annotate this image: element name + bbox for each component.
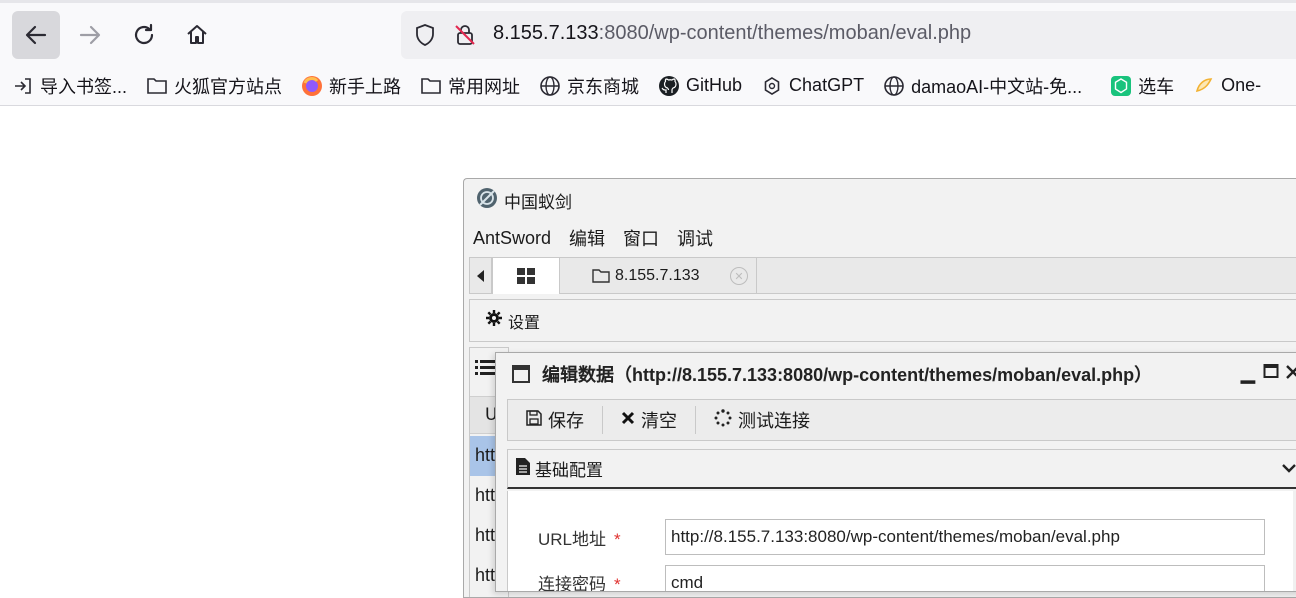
bookmark-github[interactable]: GitHub xyxy=(651,71,749,101)
minimize-button[interactable]: ▁ xyxy=(1241,363,1255,384)
dialog-toolbar: 保存 清空 测试连接 xyxy=(507,399,1296,441)
bookmark-getting-started[interactable]: 新手上路 xyxy=(294,71,408,101)
menu-edit[interactable]: 编辑 xyxy=(569,225,605,251)
password-input[interactable]: cmd xyxy=(665,565,1265,591)
settings-button[interactable]: 设置 xyxy=(508,309,540,333)
edit-data-dialog: 编辑数据（http://8.155.7.133:8080/wp-content/… xyxy=(495,352,1296,592)
tab-strip: 8.155.7.133 ✕ xyxy=(469,257,1296,294)
password-label: 连接密码 * xyxy=(538,575,621,592)
settings-bar: 设置 xyxy=(469,299,1296,342)
reload-button[interactable] xyxy=(120,11,168,59)
bookmark-one[interactable]: One- xyxy=(1186,71,1268,101)
bookmarks-bar: 导入书签... 火狐官方站点 新手上路 常用网址 京东商城 GitHub Cha… xyxy=(0,66,1296,106)
clear-button[interactable]: 清空 xyxy=(603,406,695,434)
tracking-protection-icon[interactable] xyxy=(413,23,437,51)
url-input[interactable]: http://8.155.7.133:8080/wp-content/theme… xyxy=(665,519,1265,555)
bookmark-xuanche[interactable]: 选车 xyxy=(1103,71,1181,101)
menu-bar: AntSword 编辑 窗口 调试 xyxy=(464,224,731,252)
maximize-icon xyxy=(1263,364,1279,378)
folder-icon xyxy=(420,75,442,97)
insecure-lock-icon[interactable] xyxy=(453,23,477,51)
tab-site[interactable]: 8.155.7.133 ✕ xyxy=(560,258,757,293)
required-asterisk: * xyxy=(614,530,621,549)
folder-icon xyxy=(592,268,610,283)
tab-home[interactable] xyxy=(492,257,560,294)
chevron-down-icon[interactable] xyxy=(1282,460,1296,480)
address-bar[interactable]: 8.155.7.133:8080/wp-content/themes/moban… xyxy=(401,11,1296,59)
bookmark-chatgpt[interactable]: ChatGPT xyxy=(754,71,871,101)
bookmark-jd[interactable]: 京东商城 xyxy=(532,71,646,101)
test-connection-button[interactable]: 测试连接 xyxy=(696,406,828,434)
antsword-logo-icon xyxy=(476,187,498,214)
browser-toolbar: 8.155.7.133:8080/wp-content/themes/moban… xyxy=(0,0,1296,66)
window-icon xyxy=(512,365,530,383)
window-title-bar[interactable]: 中国蚁剑 xyxy=(464,179,1296,221)
home-button[interactable] xyxy=(173,11,221,59)
close-icon xyxy=(1286,365,1296,379)
basic-config-section[interactable]: 基础配置 xyxy=(507,449,1296,489)
openai-icon xyxy=(761,75,783,97)
tab-close-icon[interactable]: ✕ xyxy=(730,267,748,285)
menu-window[interactable]: 窗口 xyxy=(623,225,659,251)
forward-button[interactable] xyxy=(66,11,114,59)
url-text[interactable]: 8.155.7.133:8080/wp-content/themes/moban… xyxy=(493,22,971,45)
dialog-title-bar[interactable]: 编辑数据（http://8.155.7.133:8080/wp-content/… xyxy=(496,353,1296,395)
reload-icon xyxy=(134,23,154,45)
x-icon xyxy=(621,411,635,430)
bookmark-damaoai[interactable]: damaoAI-中文站-免... xyxy=(876,71,1089,101)
config-form: URL地址 * http://8.155.7.133:8080/wp-conten… xyxy=(507,491,1296,592)
url-label: URL地址 * xyxy=(538,530,621,549)
globe-icon xyxy=(883,75,905,97)
bookmark-import[interactable]: 导入书签... xyxy=(5,71,134,101)
tab-scroll-left-button[interactable] xyxy=(470,258,492,293)
bookmark-common-sites[interactable]: 常用网址 xyxy=(413,71,527,101)
arrow-right-icon xyxy=(79,25,101,45)
menu-debug[interactable]: 调试 xyxy=(677,225,713,251)
save-button[interactable]: 保存 xyxy=(508,406,602,434)
window-title: 中国蚁剑 xyxy=(504,192,572,212)
globe-icon xyxy=(539,75,561,97)
required-asterisk: * xyxy=(614,575,621,592)
openai-green-icon xyxy=(1110,75,1132,97)
github-icon xyxy=(658,75,680,97)
bookmark-firefox-site[interactable]: 火狐官方站点 xyxy=(139,71,289,101)
document-icon xyxy=(516,457,530,480)
arrow-left-icon xyxy=(25,25,47,45)
caret-left-icon xyxy=(476,269,484,282)
save-icon xyxy=(526,409,542,431)
home-icon xyxy=(187,25,207,44)
back-button[interactable] xyxy=(12,11,60,59)
menu-antsword[interactable]: AntSword xyxy=(473,228,551,249)
maximize-button[interactable] xyxy=(1263,363,1279,384)
firefox-icon xyxy=(301,75,323,97)
dialog-title: 编辑数据（http://8.155.7.133:8080/wp-content/… xyxy=(542,365,1153,385)
spinner-icon xyxy=(714,408,732,432)
folder-icon xyxy=(146,75,168,97)
grid-icon xyxy=(517,268,535,284)
one-icon xyxy=(1193,75,1215,97)
import-icon xyxy=(12,75,34,97)
close-button[interactable] xyxy=(1286,363,1296,384)
gear-icon xyxy=(486,310,502,331)
